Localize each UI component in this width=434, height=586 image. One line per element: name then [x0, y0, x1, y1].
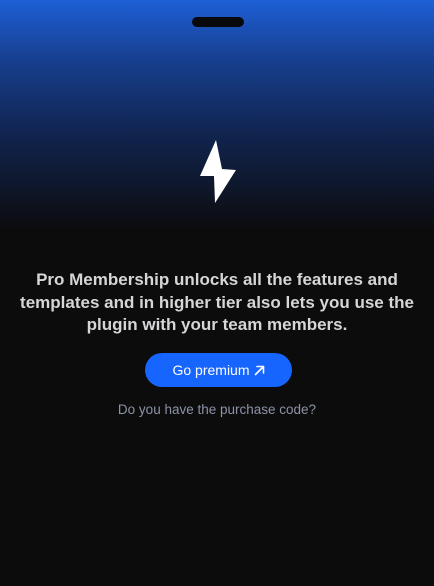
lightning-bolt-icon: [200, 140, 236, 203]
upgrade-message: Pro Membership unlocks all the features …: [20, 270, 414, 334]
go-premium-button[interactable]: Go premium: [145, 353, 292, 387]
purchase-code-link[interactable]: Do you have the purchase code?: [0, 402, 434, 417]
drag-handle[interactable]: [192, 17, 244, 27]
go-premium-label: Go premium: [172, 362, 250, 378]
upgrade-panel: Pro Membership unlocks all the features …: [0, 0, 434, 586]
arrow-up-right-icon: [254, 365, 264, 375]
